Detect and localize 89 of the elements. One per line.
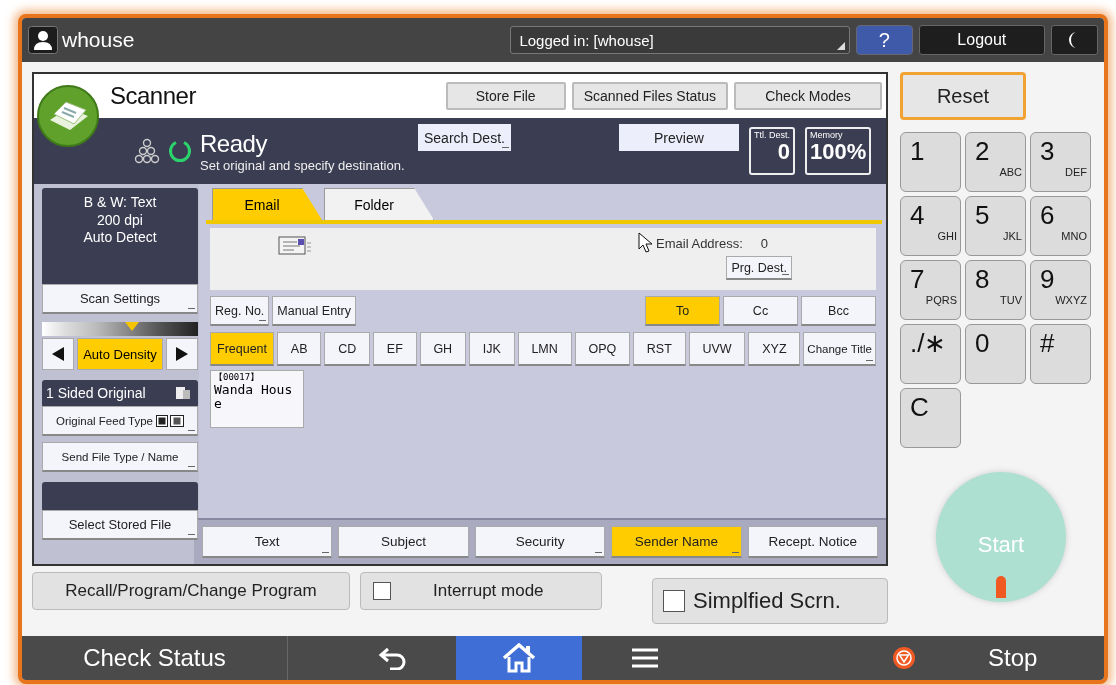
- status-message: Set original and specify destination.: [200, 157, 406, 173]
- keypad-key[interactable]: C: [900, 388, 961, 448]
- simplified-screen-button[interactable]: Simplfied Scrn.: [652, 578, 888, 624]
- total-destinations-counter: Ttl. Dest. 0: [748, 127, 795, 175]
- menu-icon: [632, 647, 658, 669]
- index-tab[interactable]: GH: [419, 332, 466, 366]
- keypad-key[interactable]: 8 TUV: [965, 260, 1026, 320]
- start-indicator-icon: [996, 576, 1006, 598]
- reset-button[interactable]: Reset: [900, 72, 1026, 120]
- right-arrow-icon: [176, 347, 188, 361]
- keypad-key[interactable]: 0: [965, 324, 1026, 384]
- option-button[interactable]: Text: [202, 526, 333, 558]
- header-button[interactable]: Store File: [445, 82, 566, 110]
- resize-corner-icon: [836, 42, 845, 50]
- left-arrow-icon: [52, 347, 64, 361]
- destination-tab[interactable]: Folder: [324, 188, 434, 220]
- index-tab[interactable]: Frequent: [210, 332, 275, 366]
- stop-icon: [892, 646, 916, 670]
- index-tab[interactable]: CD: [324, 332, 370, 366]
- recipient-type-button[interactable]: Bcc: [801, 296, 876, 326]
- index-tab[interactable]: RST: [633, 332, 686, 366]
- job-list-icon: [134, 138, 160, 164]
- index-tab[interactable]: OPQ: [574, 332, 631, 366]
- header-button[interactable]: Scanned Files Status: [571, 82, 728, 110]
- index-tab[interactable]: AB: [277, 332, 322, 366]
- lighter-button[interactable]: [42, 338, 74, 370]
- app-title: Scanner: [110, 82, 196, 110]
- select-stored-file-button[interactable]: Select Stored File: [42, 510, 198, 540]
- email-address-label: Email Address:: [656, 235, 743, 251]
- login-status-field[interactable]: Logged in: [whouse]: [510, 26, 850, 54]
- stop-button[interactable]: Stop: [884, 636, 1104, 680]
- header-button[interactable]: Check Modes: [734, 82, 882, 110]
- memory-counter: Memory 100%: [804, 127, 872, 175]
- index-tab[interactable]: EF: [373, 332, 417, 366]
- option-button[interactable]: Recept. Notice: [747, 526, 879, 558]
- darker-button[interactable]: [166, 338, 198, 370]
- option-button[interactable]: Security: [474, 526, 606, 558]
- scan-summary: B & W: Text 200 dpi Auto Detect: [42, 188, 198, 284]
- checkbox[interactable]: [373, 582, 391, 600]
- ready-icon: [168, 139, 192, 163]
- destination-tab[interactable]: Email: [212, 188, 322, 220]
- send-file-type-button[interactable]: Send File Type / Name: [42, 442, 198, 472]
- index-tab[interactable]: XYZ: [748, 332, 801, 366]
- home-button[interactable]: [456, 636, 582, 680]
- address-entry[interactable]: 【00017】 Wanda Hous e: [210, 370, 304, 428]
- keypad-key[interactable]: 4 GHI: [900, 196, 961, 256]
- keypad-key[interactable]: 1: [900, 132, 961, 192]
- change-title-button[interactable]: Change Title: [803, 332, 876, 366]
- orientation-icon: [155, 414, 184, 427]
- recipient-type-button[interactable]: To: [645, 296, 720, 326]
- recipient-type-button[interactable]: Cc: [723, 296, 798, 326]
- option-button[interactable]: Sender Name: [611, 526, 742, 558]
- check-status-button[interactable]: Check Status: [22, 636, 288, 680]
- entry-button[interactable]: Reg. No.: [210, 296, 270, 326]
- recall-program-button[interactable]: Recall/Program/Change Program: [32, 572, 350, 610]
- search-destination-button[interactable]: Search Dest.: [418, 124, 511, 151]
- back-arrow-icon: [378, 646, 408, 670]
- envelope-icon: [278, 236, 312, 256]
- keypad-key[interactable]: 3 DEF: [1030, 132, 1091, 192]
- index-tab[interactable]: IJK: [468, 332, 515, 366]
- user-icon: [28, 26, 58, 54]
- interrupt-mode-button[interactable]: Interrupt mode: [360, 572, 602, 610]
- keypad-key[interactable]: #: [1030, 324, 1091, 384]
- logout-button[interactable]: Logout: [918, 25, 1045, 55]
- scan-settings-button[interactable]: Scan Settings: [42, 284, 198, 314]
- index-tab[interactable]: UVW: [688, 332, 746, 366]
- original-sides-label: 1 Sided Original: [42, 380, 198, 406]
- keypad-key[interactable]: 9 WXYZ: [1030, 260, 1091, 320]
- preview-button[interactable]: Preview: [618, 124, 739, 151]
- entry-button[interactable]: Manual Entry: [272, 296, 356, 326]
- energy-saver-button[interactable]: [1050, 25, 1098, 55]
- help-button[interactable]: ?: [855, 25, 913, 55]
- keypad-key[interactable]: 5 JKL: [965, 196, 1026, 256]
- checkbox[interactable]: [663, 590, 685, 612]
- user-name: whouse: [62, 28, 135, 52]
- index-tab[interactable]: LMN: [517, 332, 572, 366]
- program-destination-button[interactable]: Prg. Dest.: [726, 256, 792, 280]
- home-icon: [502, 643, 536, 673]
- mouse-pointer-icon: [638, 232, 655, 254]
- keypad-key[interactable]: 7 PQRS: [900, 260, 961, 320]
- keypad-key[interactable]: ./∗: [900, 324, 961, 384]
- option-button[interactable]: Subject: [338, 526, 469, 558]
- original-feed-type-button[interactable]: Original Feed Type: [42, 406, 198, 436]
- one-sided-page-icon: [176, 387, 190, 399]
- keypad-key[interactable]: 2 ABC: [965, 132, 1026, 192]
- status-text: Ready: [200, 129, 269, 158]
- keypad-key[interactable]: 6 MNO: [1030, 196, 1091, 256]
- auto-density-button[interactable]: Auto Density: [77, 338, 163, 370]
- email-address-count: 0: [760, 235, 768, 251]
